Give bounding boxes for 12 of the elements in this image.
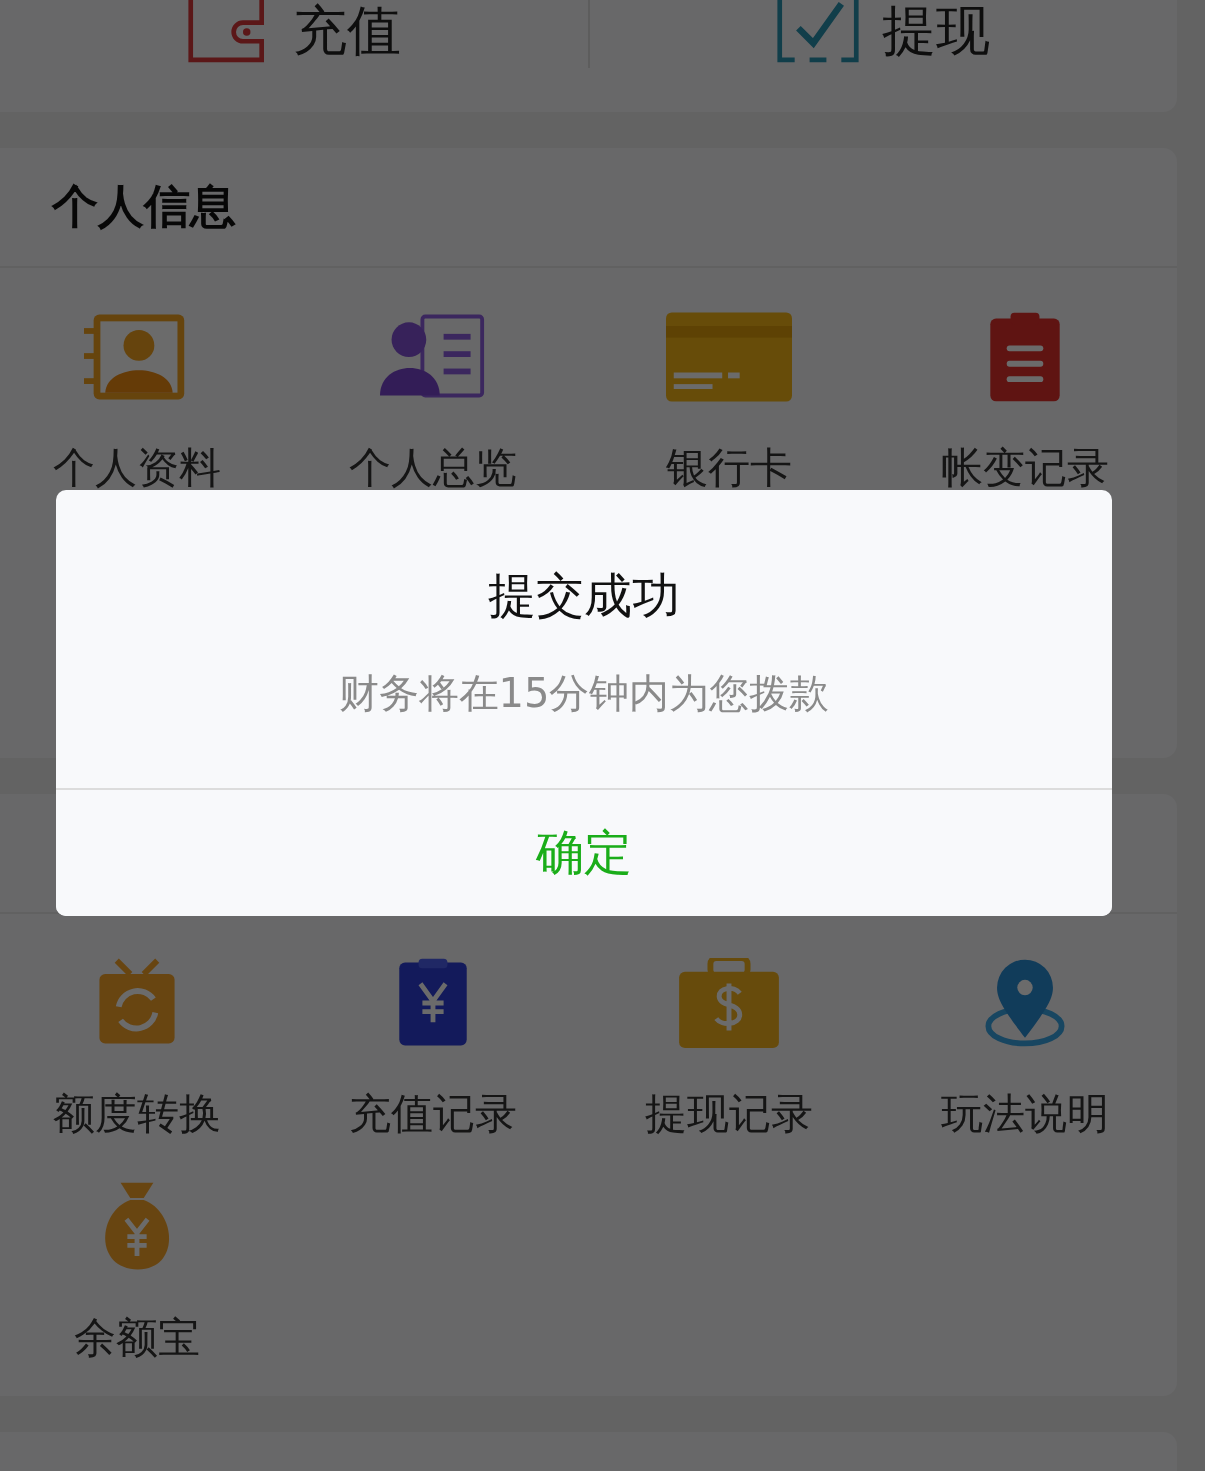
dialog-message: 财务将在15分钟内为您拨款	[338, 668, 830, 718]
menu-item[interactable]: 提现记录	[645, 1086, 813, 1142]
menu-item[interactable]: 玩法说明	[941, 1086, 1109, 1142]
action-button[interactable]: 提现	[882, 0, 991, 68]
menu-item[interactable]: 余额宝	[74, 1310, 200, 1366]
dialog-title: 提交成功	[488, 565, 680, 625]
action-button[interactable]: 充值	[292, 0, 401, 68]
menu-item[interactable]: 充值记录	[349, 1086, 517, 1142]
menu-item[interactable]: 额度转换	[53, 1086, 221, 1142]
bank-card-icon	[666, 312, 792, 402]
checkbox-icon	[776, 0, 861, 64]
section-title: 个人信息	[52, 178, 236, 235]
